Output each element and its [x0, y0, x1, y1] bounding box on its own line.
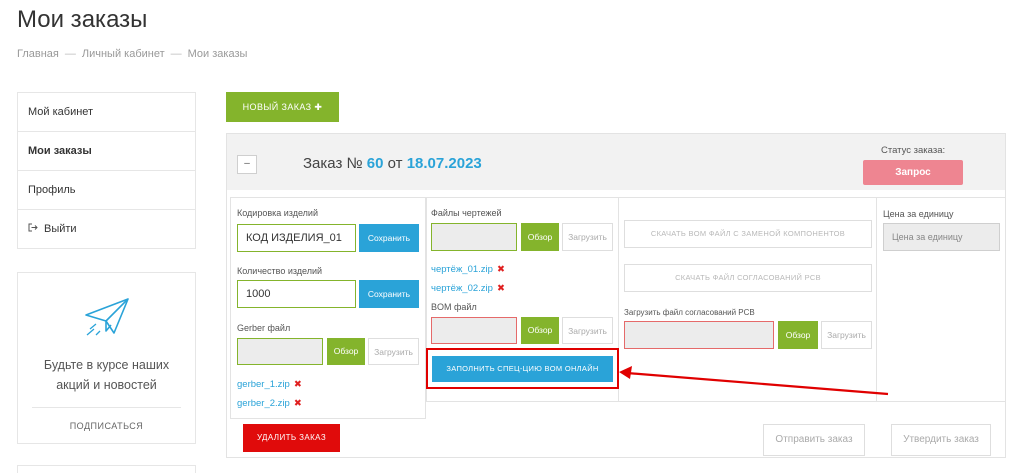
collapse-button[interactable]: – — [237, 155, 257, 174]
bom-file-input[interactable] — [431, 317, 517, 344]
drawings-browse-button[interactable]: Обзор — [521, 223, 559, 251]
drawings-upload-button[interactable]: Загрузить — [562, 223, 613, 251]
drawing-file-name[interactable]: чертёж_02.zip — [431, 283, 493, 294]
sidebar-item-my-orders[interactable]: Мои заказы — [18, 132, 195, 171]
logout-icon — [28, 210, 40, 248]
product-code-label: Кодировка изделий — [237, 208, 318, 218]
breadcrumb-separator: — — [64, 48, 76, 60]
divider — [32, 407, 181, 408]
breadcrumb-account[interactable]: Личный кабинет — [82, 48, 165, 60]
sidebar-item-logout[interactable]: Выйти — [18, 210, 195, 249]
remove-file-icon[interactable]: ✖ — [294, 398, 302, 409]
gerber-file-name[interactable]: gerber_2.zip — [237, 398, 290, 409]
gerber-browse-button[interactable]: Обзор — [327, 338, 365, 365]
sidebar-item-logout-label: Выйти — [44, 223, 77, 235]
gerber-file-link[interactable]: gerber_1.zip ✖ — [237, 379, 302, 390]
send-order-button[interactable]: Отправить заказ — [763, 424, 865, 456]
subscribe-text: Будьте в курсе наших акций и новостей — [18, 355, 195, 395]
bom-upload-button[interactable]: Загрузить — [562, 317, 613, 344]
pcb-upload-button[interactable]: Загрузить — [821, 321, 872, 349]
new-order-button[interactable]: НОВЫЙ ЗАКАЗ ✚ — [226, 92, 339, 122]
drawing-file-link[interactable]: чертёж_02.zip ✖ — [431, 283, 505, 294]
breadcrumb-separator: — — [170, 48, 182, 60]
sidebar-item-profile[interactable]: Профиль — [18, 171, 195, 210]
sidebar-menu: Мой кабинет Мои заказы Профиль Выйти — [17, 92, 196, 249]
annotation-arrow-icon — [619, 366, 889, 396]
gerber-upload-button[interactable]: Загрузить — [368, 338, 419, 365]
order-date: 18.07.2023 — [406, 155, 482, 172]
drawings-file-input[interactable] — [431, 223, 517, 251]
gerber-label: Gerber файл — [237, 323, 291, 333]
approve-order-button[interactable]: Утвердить заказ — [891, 424, 991, 456]
product-code-input[interactable]: КОД ИЗДЕЛИЯ_01 — [237, 224, 356, 252]
save-quantity-button[interactable]: Сохранить — [359, 280, 419, 308]
sidebar-item-my-account[interactable]: Мой кабинет — [18, 93, 195, 132]
gerber-file-name[interactable]: gerber_1.zip — [237, 379, 290, 390]
unit-price-input[interactable]: Цена за единицу — [883, 223, 1000, 251]
delete-order-button[interactable]: УДАЛИТЬ ЗАКАЗ — [243, 424, 340, 452]
remove-file-icon[interactable]: ✖ — [497, 283, 505, 294]
order-title: Заказ № 60 от 18.07.2023 — [303, 155, 482, 172]
bom-label: BOM файл — [431, 302, 477, 312]
drawing-file-name[interactable]: чертёж_01.zip — [431, 264, 493, 275]
pcb-file-input[interactable] — [624, 321, 774, 349]
sidebar-bottom-box — [17, 465, 196, 473]
breadcrumb-current: Мои заказы — [187, 48, 248, 60]
breadcrumb: Главная — Личный кабинет — Мои заказы — [17, 48, 247, 60]
upload-pcb-label: Загрузить файл согласований PCB — [624, 308, 755, 317]
unit-price-label: Цена за единицу — [883, 209, 954, 219]
order-title-mid: от — [387, 155, 403, 172]
gerber-file-input[interactable] — [237, 338, 323, 365]
drawing-file-link[interactable]: чертёж_01.zip ✖ — [431, 264, 505, 275]
quantity-label: Количество изделий — [237, 266, 323, 276]
pcb-browse-button[interactable]: Обзор — [778, 321, 818, 349]
order-title-prefix: Заказ № — [303, 155, 363, 172]
quantity-input[interactable]: 1000 — [237, 280, 356, 308]
subscribe-link[interactable]: ПОДПИСАТЬСЯ — [18, 421, 195, 431]
order-number: 60 — [366, 155, 384, 172]
subscribe-text-line2: акций и новостей — [56, 378, 157, 392]
subscribe-text-line1: Будьте в курсе наших — [43, 358, 170, 372]
save-product-code-button[interactable]: Сохранить — [359, 224, 419, 252]
remove-file-icon[interactable]: ✖ — [294, 379, 302, 390]
drawings-label: Файлы чертежей — [431, 208, 502, 218]
subscribe-widget: Будьте в курсе наших акций и новостей ПО… — [17, 272, 196, 444]
remove-file-icon[interactable]: ✖ — [497, 264, 505, 275]
download-bom-replacement-button[interactable]: СКАЧАТЬ BOM ФАЙЛ С ЗАМЕНОЙ КОМПОНЕНТОВ — [624, 220, 872, 248]
bom-browse-button[interactable]: Обзор — [521, 317, 559, 344]
gerber-file-link[interactable]: gerber_2.zip ✖ — [237, 398, 302, 409]
download-pcb-approval-button[interactable]: СКАЧАТЬ ФАЙЛ СОГЛАСОВАНИЙ PCB — [624, 264, 872, 292]
status-badge: Запрос — [863, 160, 963, 185]
paper-plane-icon — [84, 297, 130, 342]
breadcrumb-home[interactable]: Главная — [17, 48, 59, 60]
highlight-frame — [426, 348, 619, 389]
page-title: Мои заказы — [17, 6, 148, 33]
status-label: Статус заказа: — [881, 145, 946, 156]
